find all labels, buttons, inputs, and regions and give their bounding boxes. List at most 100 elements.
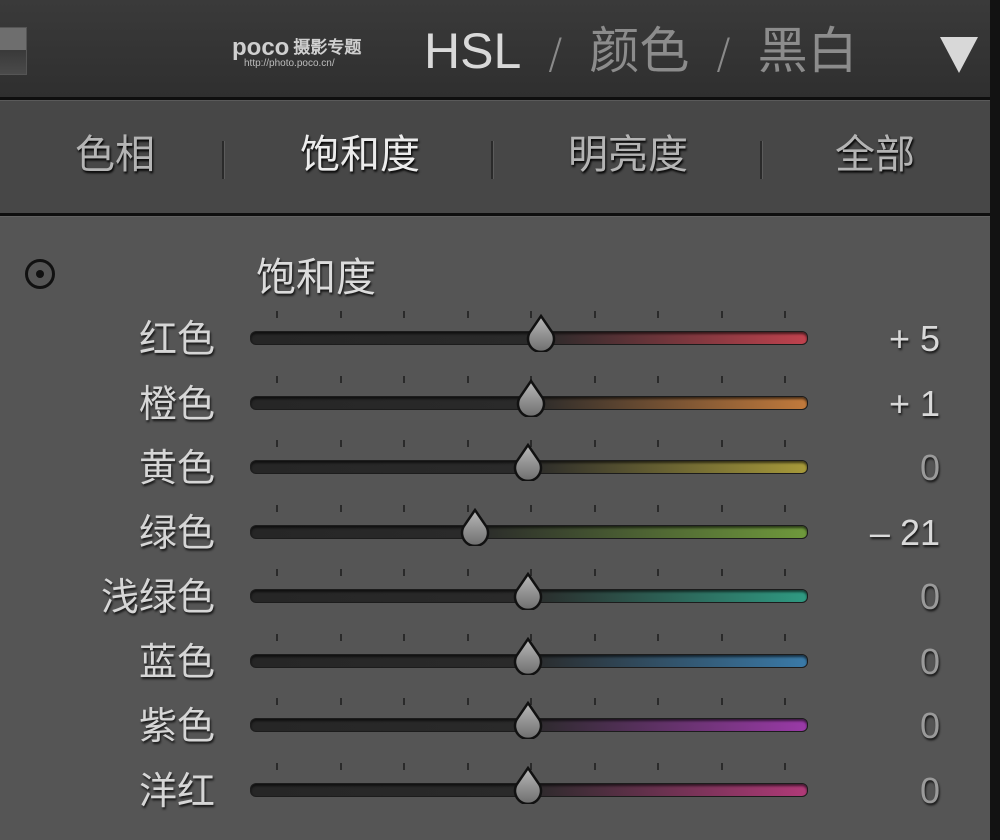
tick-mark: [657, 440, 659, 447]
tick-mark: [784, 440, 786, 447]
tab-divider: [222, 141, 225, 179]
tick-mark: [339, 311, 342, 318]
nav-color[interactable]: 颜色: [589, 22, 689, 80]
tick-mark: [339, 762, 342, 770]
tick-mark: [339, 504, 342, 512]
nav-separator: /: [716, 29, 731, 78]
saturation-section: 饱和度 红色 + 5 橙色 + 1 黄色 0 绿色 – 21 浅绿色 0 蓝色 0 紫色 0 洋红 0: [0, 216, 990, 840]
tick-mark: [720, 569, 723, 576]
tick-mark: [657, 762, 659, 770]
nav-hsl[interactable]: HSL: [424, 23, 521, 79]
nav-black-white[interactable]: 黑白: [758, 22, 858, 80]
tick-mark: [593, 311, 596, 318]
target-adjustment-icon[interactable]: [25, 259, 55, 289]
slider-row-magenta: 洋红 0: [0, 762, 990, 833]
slider-label-aqua: 浅绿色: [100, 575, 215, 619]
panel-toggle-switch[interactable]: [0, 27, 27, 75]
tick-mark: [657, 311, 659, 318]
tick-mark: [403, 375, 405, 383]
nav-separator: /: [548, 29, 563, 78]
tick-mark: [466, 698, 469, 705]
slider-value-purple[interactable]: 0: [920, 704, 940, 748]
tick-mark: [593, 440, 596, 447]
tick-mark: [466, 633, 469, 641]
slider-row-purple: 紫色 0: [0, 698, 990, 768]
slider-thumb-aqua[interactable]: [510, 571, 546, 612]
tick-mark: [466, 762, 469, 770]
tick-mark: [466, 440, 469, 447]
tick-mark: [593, 375, 596, 383]
tick-mark: [403, 311, 405, 318]
tick-mark: [784, 762, 786, 770]
slider-value-orange[interactable]: + 1: [889, 382, 940, 426]
tick-mark: [720, 311, 723, 318]
section-title: 饱和度: [256, 255, 376, 301]
slider-label-orange: 橙色: [138, 381, 215, 426]
tick-mark: [403, 569, 405, 576]
tick-mark: [593, 569, 596, 576]
tick-mark: [784, 311, 786, 318]
tick-mark: [339, 633, 342, 641]
tick-mark: [466, 569, 469, 576]
logo-text: poco: [232, 34, 290, 61]
tick-mark: [784, 375, 786, 383]
tick-mark: [403, 504, 405, 512]
tick-mark: [784, 504, 786, 512]
slider-value-red[interactable]: + 5: [889, 317, 940, 361]
slider-thumb-orange[interactable]: [513, 378, 549, 418]
slider-row-aqua: 浅绿色 0: [0, 569, 990, 639]
slider-label-purple: 紫色: [138, 704, 215, 748]
tick-mark: [466, 375, 469, 383]
triangle-down-icon[interactable]: [940, 37, 978, 73]
slider-row-yellow: 黄色 0: [0, 440, 990, 510]
slider-thumb-purple[interactable]: [510, 700, 546, 741]
tick-mark: [403, 698, 405, 705]
slider-thumb-magenta[interactable]: [510, 765, 546, 805]
tick-mark: [593, 698, 596, 705]
slider-label-green: 绿色: [138, 510, 215, 555]
slider-value-aqua[interactable]: 0: [920, 575, 940, 619]
slider-label-red: 红色: [138, 317, 215, 361]
tick-mark: [339, 569, 342, 576]
slider-label-magenta: 洋红: [138, 768, 215, 813]
tick-mark: [276, 504, 278, 512]
slider-track-green[interactable]: [250, 524, 808, 539]
tick-mark: [720, 504, 723, 512]
tick-mark: [276, 762, 278, 770]
tick-mark: [276, 375, 278, 383]
slider-thumb-green[interactable]: [457, 507, 493, 547]
slider-row-red: 红色 + 5: [0, 311, 990, 381]
tab-luminance[interactable]: 明亮度: [538, 101, 718, 209]
slider-thumb-blue[interactable]: [510, 636, 546, 676]
watermark-logo: poco 摄影专题 http://photo.poco.cn/: [232, 36, 392, 80]
tick-mark: [657, 504, 659, 512]
tick-mark: [339, 698, 342, 705]
tick-mark: [593, 762, 596, 770]
slider-value-magenta[interactable]: 0: [920, 769, 940, 813]
panel-header: poco 摄影专题 http://photo.poco.cn/ HSL / 颜色 / 黑白: [0, 0, 990, 100]
tick-mark: [657, 633, 659, 641]
tick-mark: [657, 375, 659, 383]
slider-value-green[interactable]: – 21: [870, 511, 940, 555]
logo-url: http://photo.poco.cn/: [244, 58, 335, 69]
tick-mark: [276, 311, 278, 318]
tick-mark: [403, 633, 405, 641]
slider-row-blue: 蓝色 0: [0, 633, 990, 704]
tick-mark: [339, 375, 342, 383]
adjustment-tabs: 色相 饱和度 明亮度 全部: [0, 100, 990, 216]
tab-saturation[interactable]: 饱和度: [270, 101, 450, 209]
slider-thumb-red[interactable]: [523, 313, 559, 354]
tick-mark: [530, 504, 532, 512]
panel-mode-nav: HSL / 颜色 / 黑白: [424, 21, 858, 81]
slider-thumb-yellow[interactable]: [510, 442, 546, 483]
slider-value-yellow[interactable]: 0: [920, 446, 940, 490]
tab-all[interactable]: 全部: [800, 101, 950, 209]
slider-label-yellow: 黄色: [138, 446, 215, 490]
tick-mark: [276, 698, 278, 705]
slider-value-blue[interactable]: 0: [920, 640, 940, 684]
tick-mark: [720, 633, 723, 641]
tab-hue[interactable]: 色相: [40, 101, 190, 209]
tick-mark: [593, 633, 596, 641]
tab-divider: [760, 141, 763, 179]
logo-subtext: 摄影专题: [293, 38, 362, 57]
